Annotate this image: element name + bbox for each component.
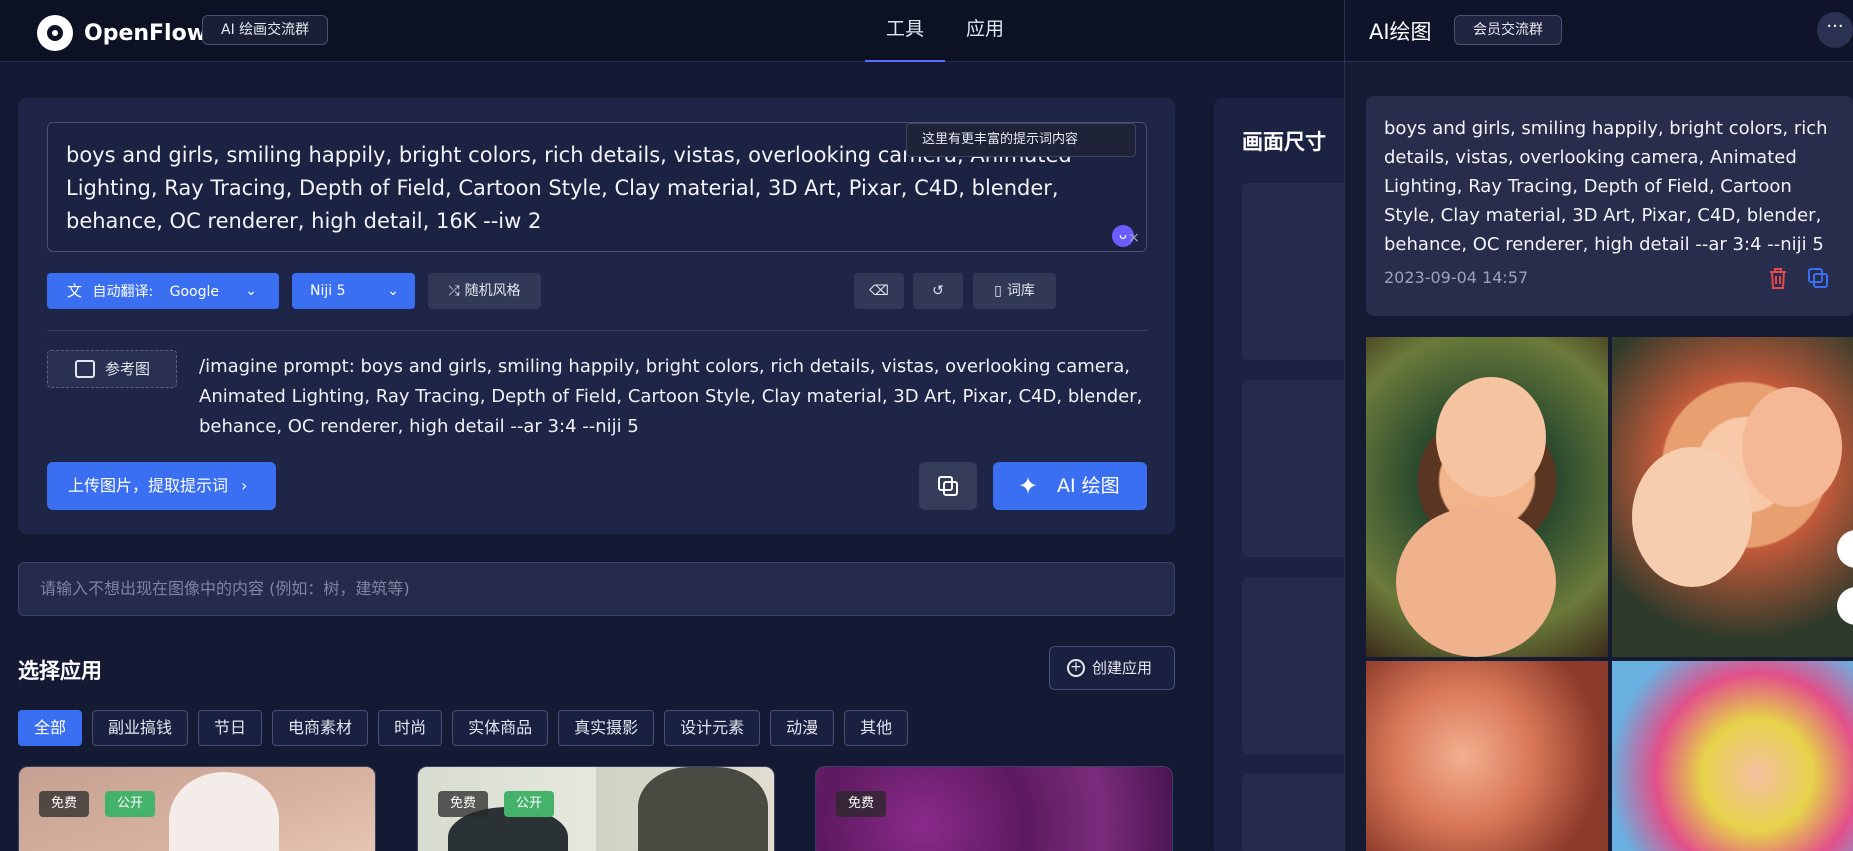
random-style-label: 随机风格 [464, 283, 521, 299]
eraser-icon: ⌫ [869, 283, 889, 299]
generated-image-4[interactable] [1612, 661, 1853, 851]
ai-drawing-drawer: AI绘图 会员交流群 ··· boys and girls, smiling h… [1344, 0, 1853, 851]
close-icon[interactable]: × [1128, 230, 1140, 246]
drawer-title: AI绘图 [1369, 20, 1432, 44]
more-icon[interactable]: ··· [1817, 12, 1853, 48]
plus-circle-icon: + [1067, 659, 1085, 677]
lexicon-label: 词库 [1006, 283, 1035, 299]
face-shape [1742, 387, 1842, 507]
tab-ecommerce[interactable]: 电商素材 [272, 710, 369, 746]
chevron-right-icon: › [241, 476, 248, 495]
reference-label: 参考图 [105, 360, 151, 378]
tab-design-elements[interactable]: 设计元素 [664, 710, 761, 746]
drawer-header: AI绘图 会员交流群 ··· [1345, 0, 1853, 62]
copy-icon [938, 476, 958, 496]
shuffle-icon: ⤮ [448, 283, 460, 299]
free-badge: 免费 [438, 791, 489, 817]
apps-section-title: 选择应用 [18, 659, 102, 683]
tab-side-hustle[interactable]: 副业搞钱 [92, 710, 189, 746]
free-badge: 免费 [836, 791, 887, 817]
generated-image-3[interactable] [1366, 661, 1608, 851]
model-select[interactable]: Niji 5 ⌄ [292, 273, 415, 309]
translate-icon: 文 [67, 282, 83, 300]
copy-icon[interactable] [1806, 266, 1830, 290]
member-group-button[interactable]: 会员交流群 [1454, 15, 1562, 45]
public-badge: 公开 [105, 791, 156, 817]
model-label: Niji 5 [310, 283, 346, 299]
translate-select[interactable]: 文 自动翻译: Google ⌄ [47, 273, 279, 309]
app-card[interactable]: 免费 公开 [18, 766, 376, 851]
reference-image-button[interactable]: 参考图 [47, 350, 177, 388]
ai-draw-label: AI 绘图 [1057, 475, 1120, 497]
copy-prompt-button[interactable] [919, 462, 977, 510]
divider [47, 330, 1147, 331]
create-app-button[interactable]: + 创建应用 [1049, 646, 1175, 690]
history-button[interactable]: ↺ [913, 273, 963, 309]
book-icon: ▯ [994, 283, 1002, 299]
openflow-logo-icon [37, 15, 73, 51]
random-style-button[interactable]: ⤮ 随机风格 [428, 273, 541, 309]
image-icon [75, 360, 95, 378]
generated-image-1[interactable] [1366, 337, 1608, 657]
ai-draw-button[interactable]: ✦ AI 绘图 [993, 462, 1147, 510]
tab-anime[interactable]: 动漫 [770, 710, 835, 746]
prompt-message: boys and girls, smiling happily, bright … [1366, 96, 1853, 316]
tab-festival[interactable]: 节日 [198, 710, 263, 746]
app-card[interactable]: 免费 [815, 766, 1173, 851]
chevron-down-icon: ⌄ [245, 283, 257, 299]
tab-physical-goods[interactable]: 实体商品 [452, 710, 549, 746]
upload-extract-button[interactable]: 上传图片，提取提示词 › [47, 462, 276, 510]
sparkle-icon: ✦ [1018, 472, 1039, 500]
face-shape [1632, 447, 1752, 587]
public-badge: 公开 [504, 791, 555, 817]
face-shape [1436, 377, 1546, 497]
tab-photography[interactable]: 真实摄影 [558, 710, 655, 746]
message-text: boys and girls, smiling happily, bright … [1384, 118, 1828, 255]
translate-engine: Google [169, 284, 220, 300]
app-card[interactable]: 免费 公开 [417, 766, 775, 851]
generated-image-2[interactable] [1612, 337, 1853, 657]
translate-label: 自动翻译: [92, 284, 154, 300]
history-icon: ↺ [932, 283, 944, 299]
eraser-button[interactable]: ⌫ [854, 273, 904, 309]
main-nav: 工具 应用 [865, 0, 1025, 62]
tab-all[interactable]: 全部 [18, 710, 83, 746]
generated-image-grid[interactable] [1366, 337, 1853, 851]
free-badge: 免费 [39, 791, 90, 817]
create-app-label: 创建应用 [1092, 659, 1153, 677]
prompt-toolbar: 文 自动翻译: Google ⌄ Niji 5 ⌄ ⤮ 随机风格 ⌫ ↺ ▯ 词库 [47, 273, 1147, 309]
ai-group-button[interactable]: AI 绘画交流群 [202, 15, 329, 45]
trash-icon[interactable] [1767, 266, 1789, 290]
logo-text: OpenFlow [84, 20, 208, 46]
chevron-down-icon: ⌄ [387, 283, 399, 299]
app-card-image [169, 772, 279, 851]
app-card-image [638, 767, 768, 851]
prompt-card: boys and girls, smiling happily, bright … [18, 98, 1175, 534]
upload-label: 上传图片，提取提示词 [68, 476, 229, 495]
message-time: 2023-09-04 14:57 [1384, 268, 1529, 287]
tab-other[interactable]: 其他 [844, 710, 909, 746]
lexicon-tooltip: 这里有更丰富的提示词内容 [906, 123, 1136, 157]
logo[interactable]: OpenFlow [37, 15, 207, 51]
nav-tools[interactable]: 工具 [865, 0, 946, 62]
nav-apps[interactable]: 应用 [945, 0, 1025, 62]
size-panel-title: 画面尺寸 [1242, 130, 1326, 154]
face-shape [1396, 507, 1556, 657]
lexicon-button[interactable]: ▯ 词库 [973, 273, 1056, 309]
tab-fashion[interactable]: 时尚 [378, 710, 443, 746]
negative-prompt-input[interactable]: 请输入不想出现在图像中的内容 (例如：树，建筑等) [18, 562, 1175, 616]
app-category-tabs: 全部 副业搞钱 节日 电商素材 时尚 实体商品 真实摄影 设计元素 动漫 其他 [18, 710, 909, 746]
imagine-command-text: /imagine prompt: boys and girls, smiling… [199, 356, 1143, 437]
